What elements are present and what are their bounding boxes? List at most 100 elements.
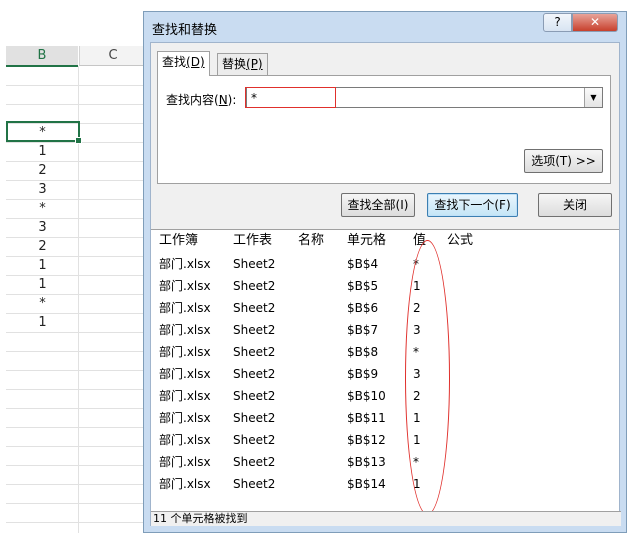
sheet-row: [6, 503, 145, 523]
tab-find-accel: (D): [186, 55, 205, 69]
column-header-value[interactable]: 值: [413, 230, 426, 252]
result-value: 2: [413, 301, 421, 315]
sheet-row: [6, 370, 145, 390]
active-cell-selection[interactable]: [6, 121, 82, 144]
sheet-cell[interactable]: 1: [6, 313, 79, 332]
result-value: 3: [413, 367, 421, 381]
column-header-b[interactable]: B: [6, 46, 78, 67]
result-book: 部门.xlsx: [159, 257, 211, 271]
help-button[interactable]: ?: [543, 13, 572, 32]
results-list[interactable]: 工作簿 工作表 名称 单元格 值 公式 部门.xlsx Sheet2 $B$4 * 部门…: [151, 229, 619, 515]
column-header-name[interactable]: 名称: [298, 230, 324, 252]
result-cell: $B$8: [347, 345, 379, 359]
result-row[interactable]: 部门.xlsx Sheet2 $B$4 *: [151, 253, 619, 275]
result-value: 1: [413, 279, 421, 293]
result-row[interactable]: 部门.xlsx Sheet2 $B$11 1: [151, 407, 619, 429]
result-value: 3: [413, 323, 421, 337]
chevron-down-icon[interactable]: ▼: [584, 88, 602, 107]
sheet-cell[interactable]: 2: [6, 161, 79, 180]
sheet-cell[interactable]: 1: [6, 142, 79, 161]
find-tab-panel: 查找内容(N): ▼ 选项(T) >>: [157, 75, 611, 184]
result-cell: $B$10: [347, 389, 386, 403]
result-book: 部门.xlsx: [159, 301, 211, 315]
result-row[interactable]: 部门.xlsx Sheet2 $B$7 3: [151, 319, 619, 341]
result-book: 部门.xlsx: [159, 455, 211, 469]
result-book: 部门.xlsx: [159, 367, 211, 381]
result-row[interactable]: 部门.xlsx Sheet2 $B$12 1: [151, 429, 619, 451]
find-what-label-text: 查找内容(: [166, 93, 219, 107]
result-cell: $B$5: [347, 279, 379, 293]
column-header-c[interactable]: C: [79, 46, 145, 66]
result-cell: $B$9: [347, 367, 379, 381]
tab-replace-label: 替换: [222, 57, 247, 71]
result-book: 部门.xlsx: [159, 477, 211, 491]
find-next-button[interactable]: 查找下一个(F): [427, 193, 518, 217]
find-all-button[interactable]: 查找全部(I): [341, 193, 415, 217]
tab-replace[interactable]: 替换(P): [217, 53, 268, 75]
result-book: 部门.xlsx: [159, 323, 211, 337]
options-button[interactable]: 选项(T) >>: [524, 149, 603, 173]
sheet-cell[interactable]: 3: [6, 180, 79, 199]
sheet-row: [6, 465, 145, 485]
result-row[interactable]: 部门.xlsx Sheet2 $B$8 *: [151, 341, 619, 363]
result-row[interactable]: 部门.xlsx Sheet2 $B$13 *: [151, 451, 619, 473]
result-cell: $B$14: [347, 477, 386, 491]
sheet-cell[interactable]: *: [6, 199, 79, 218]
status-bar: 11 个单元格被找到: [151, 511, 621, 526]
result-book: 部门.xlsx: [159, 389, 211, 403]
result-value: *: [413, 345, 419, 359]
result-row[interactable]: 部门.xlsx Sheet2 $B$9 3: [151, 363, 619, 385]
result-sheet: Sheet2: [233, 411, 276, 425]
sheet-row: [6, 351, 145, 371]
sheet-row: [6, 484, 145, 504]
sheet-cell[interactable]: 1: [6, 256, 79, 275]
find-what-input[interactable]: [247, 88, 577, 107]
result-book: 部门.xlsx: [159, 279, 211, 293]
column-header-sheet[interactable]: 工作表: [233, 230, 272, 252]
result-value: 1: [413, 477, 421, 491]
result-row[interactable]: 部门.xlsx Sheet2 $B$6 2: [151, 297, 619, 319]
sheet-row: [6, 427, 145, 447]
find-what-label: 查找内容(N):: [166, 91, 236, 108]
dialog-titlebar[interactable]: 查找和替换 ? ✕: [144, 12, 626, 42]
result-row[interactable]: 部门.xlsx Sheet2 $B$10 2: [151, 385, 619, 407]
result-sheet: Sheet2: [233, 367, 276, 381]
result-value: *: [413, 455, 419, 469]
sheet-cell[interactable]: 3: [6, 218, 79, 237]
result-book: 部门.xlsx: [159, 345, 211, 359]
result-cell: $B$4: [347, 257, 379, 271]
result-value: 1: [413, 433, 421, 447]
result-sheet: Sheet2: [233, 455, 276, 469]
result-book: 部门.xlsx: [159, 411, 211, 425]
column-header-workbook[interactable]: 工作簿: [159, 230, 198, 252]
sheet-row: [6, 389, 145, 409]
close-button[interactable]: 关闭: [538, 193, 612, 217]
result-cell: $B$6: [347, 301, 379, 315]
result-sheet: Sheet2: [233, 257, 276, 271]
result-row[interactable]: 部门.xlsx Sheet2 $B$14 1: [151, 473, 619, 495]
result-value: 2: [413, 389, 421, 403]
sheet-cell[interactable]: 1: [6, 275, 79, 294]
result-row[interactable]: 部门.xlsx Sheet2 $B$5 1: [151, 275, 619, 297]
sheet-row: [6, 85, 145, 105]
find-replace-dialog: 查找和替换 ? ✕ 查找(D) 替换(P) 查找内容(N): ▼ 选项(T) >…: [143, 11, 627, 533]
result-cell: $B$11: [347, 411, 386, 425]
result-sheet: Sheet2: [233, 279, 276, 293]
tab-find-label: 查找: [162, 55, 187, 69]
column-header-cell[interactable]: 单元格: [347, 230, 386, 252]
find-what-combobox[interactable]: ▼: [245, 87, 603, 108]
result-book: 部门.xlsx: [159, 433, 211, 447]
sheet-cell[interactable]: 2: [6, 237, 79, 256]
result-value: 1: [413, 411, 421, 425]
result-sheet: Sheet2: [233, 389, 276, 403]
close-icon[interactable]: ✕: [572, 13, 618, 32]
sheet-cell[interactable]: *: [6, 294, 79, 313]
sheet-row: [6, 446, 145, 466]
result-sheet: Sheet2: [233, 301, 276, 315]
dialog-title: 查找和替换: [152, 23, 218, 38]
result-sheet: Sheet2: [233, 323, 276, 337]
dialog-client-area: 查找(D) 替换(P) 查找内容(N): ▼ 选项(T) >> 查找全部(I) …: [150, 42, 621, 526]
tab-replace-accel: (P): [246, 57, 263, 71]
tab-find[interactable]: 查找(D): [157, 51, 210, 76]
column-header-formula[interactable]: 公式: [447, 230, 473, 252]
